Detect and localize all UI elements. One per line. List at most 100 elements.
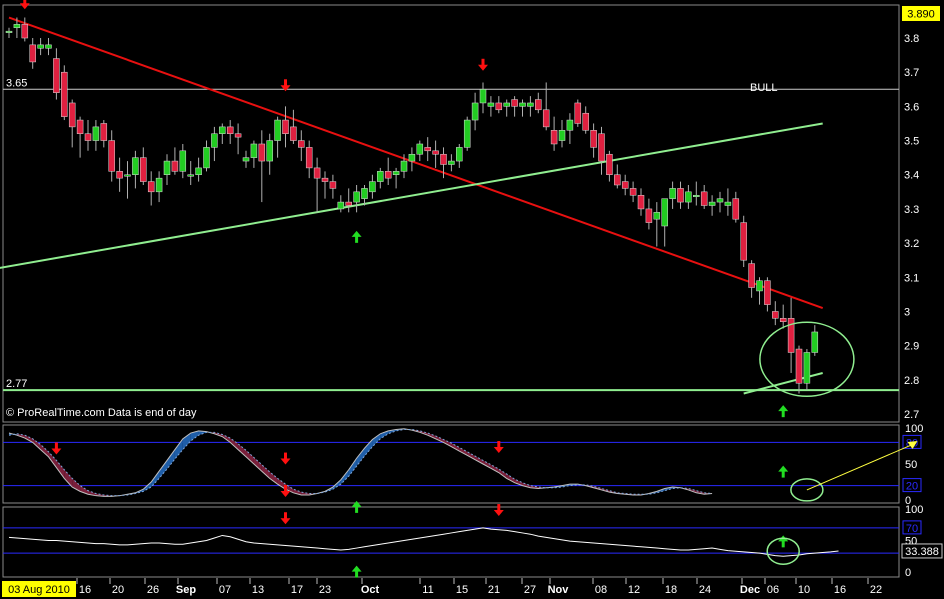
candle-body	[614, 174, 621, 186]
candle-body	[37, 44, 44, 49]
candle-body	[203, 147, 210, 169]
price-panel	[2, 4, 900, 423]
candle-body	[298, 140, 305, 148]
price-y-tick-label: 3	[904, 306, 910, 318]
candle-body	[448, 160, 455, 165]
candle-body	[542, 109, 550, 128]
x-axis-tick-label: 16	[834, 584, 846, 596]
down-arrow-icon	[481, 58, 485, 66]
candle-body	[598, 133, 605, 162]
candle-body	[211, 133, 218, 148]
candle-body	[100, 123, 108, 141]
candle-body	[179, 150, 187, 172]
candle-body	[219, 126, 226, 134]
candle-body	[155, 177, 163, 193]
candle-body	[392, 171, 400, 175]
candle-body	[440, 153, 447, 165]
price-badge: 3.890	[907, 9, 935, 21]
price-y-tick-label: 3.1	[904, 272, 919, 284]
candle-body	[456, 147, 463, 162]
oscillator-panel-2	[2, 506, 900, 578]
osc2-y-tick-label: 0	[905, 567, 911, 579]
candle-body	[487, 102, 495, 107]
candle-body	[329, 181, 337, 189]
candle-body	[795, 348, 803, 384]
candle-body	[345, 201, 352, 206]
candle-body	[377, 171, 384, 182]
candle-body	[195, 167, 202, 175]
candle-body	[519, 102, 526, 107]
price-y-tick-label: 3.2	[904, 238, 919, 250]
up-arrow-icon	[355, 235, 359, 243]
candle-body	[250, 143, 258, 158]
candle-body	[45, 44, 52, 49]
candle-body	[321, 177, 329, 182]
candle-body	[463, 119, 471, 148]
candle-body	[803, 352, 811, 384]
x-axis-tick-label: 08	[595, 584, 607, 596]
candle-body	[495, 102, 503, 111]
candle-body	[416, 143, 424, 155]
x-axis-tick-label: 26	[147, 584, 159, 596]
candle-body	[400, 160, 408, 172]
down-arrow-icon	[497, 504, 501, 512]
bull-label: BULL	[750, 82, 778, 94]
x-axis-tick-label: 23	[319, 584, 331, 596]
price-y-tick-label: 3.5	[904, 136, 919, 148]
candle-body	[471, 102, 479, 121]
candle-body	[700, 191, 708, 206]
candle-body	[708, 201, 716, 206]
candle-body	[479, 89, 487, 104]
candle-body	[772, 311, 779, 319]
candle-body	[566, 119, 574, 131]
candle-body	[582, 112, 589, 131]
candle-body	[424, 147, 431, 152]
candle-body	[68, 102, 76, 128]
up-arrow-icon	[355, 570, 359, 578]
candle-body	[361, 188, 368, 199]
candle-body	[163, 160, 171, 175]
candle-body	[84, 133, 92, 141]
candle-body	[558, 130, 566, 141]
x-axis-tick-label: 24	[699, 584, 711, 596]
candle-body	[693, 194, 700, 197]
candle-body	[432, 150, 439, 155]
down-arrow-icon	[497, 441, 501, 449]
down-arrow-icon	[284, 452, 287, 460]
up-arrow-icon	[781, 470, 785, 478]
candle-body	[716, 198, 724, 203]
candle-body	[590, 130, 597, 148]
candle-body	[369, 181, 376, 193]
up-arrow-icon	[781, 410, 785, 418]
candle-body	[226, 126, 234, 134]
candle-body	[756, 280, 763, 292]
candle-body	[677, 188, 684, 203]
x-axis-tick-label: 22	[870, 584, 882, 596]
x-axis-tick-label: 27	[524, 584, 536, 596]
x-axis-tick-label: 07	[219, 584, 231, 596]
candle-body	[92, 126, 100, 141]
candle-body	[140, 157, 147, 182]
down-arrow-icon	[284, 484, 287, 492]
candle-body	[124, 174, 131, 177]
candle-body	[511, 99, 518, 107]
candle-body	[527, 102, 534, 107]
price-y-tick-label: 3.7	[904, 67, 919, 79]
x-axis-tick-label: 21	[488, 584, 500, 596]
candle-body	[629, 188, 637, 196]
chart-canvas: 3.8 3.7 3.6 3.5 3.4 3.3 3.2 3.1 3 2.9 2.8 2.7 3.65 2.…	[0, 0, 943, 597]
x-axis-tick-label: 18	[665, 584, 677, 596]
x-axis-tick-label: 16	[79, 584, 91, 596]
osc1-y-tick-label: 100	[905, 423, 923, 435]
x-axis-tick-label: Oct	[361, 584, 380, 596]
candle-body	[76, 119, 84, 134]
candle-body	[266, 140, 273, 162]
candle-body	[550, 130, 558, 145]
candle-body	[234, 133, 242, 138]
candle-body	[503, 102, 510, 107]
x-axis-tick-label: 11	[422, 584, 433, 596]
candle-body	[645, 208, 653, 223]
x-axis-tick-label: 20	[112, 584, 124, 596]
candle-body	[748, 263, 755, 288]
candle-body	[29, 44, 36, 63]
